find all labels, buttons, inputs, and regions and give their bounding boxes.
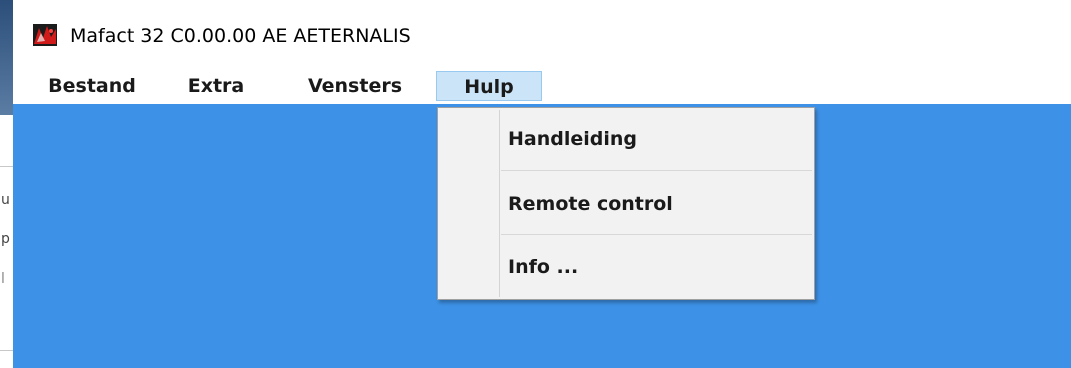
background-text-fragment: l (1, 271, 5, 287)
help-dropdown-menu: Handleiding Remote control Info ... (437, 107, 815, 300)
app-window: Mafact 32 C0.00.00 AE AETERNALIS Bestand… (13, 0, 1071, 368)
menu-extra[interactable]: Extra (179, 71, 253, 101)
background-divider (0, 166, 13, 167)
menu-bar: Bestand Extra Vensters Hulp (13, 68, 1071, 104)
background-window-titlebar (0, 0, 13, 115)
menu-item-info[interactable]: Info ... (508, 247, 578, 287)
background-text-fragment: u (1, 192, 10, 208)
background-text-fragment: p (1, 231, 10, 247)
menu-separator (501, 170, 812, 171)
menu-bestand[interactable]: Bestand (37, 71, 147, 101)
menu-icon-gutter (499, 110, 500, 297)
menu-vensters[interactable]: Vensters (295, 71, 415, 101)
menu-item-remote-control[interactable]: Remote control (508, 184, 673, 224)
menu-separator (501, 234, 812, 235)
menu-hulp[interactable]: Hulp (436, 71, 542, 101)
background-window-edge: u p l (0, 0, 14, 368)
window-title: Mafact 32 C0.00.00 AE AETERNALIS (70, 25, 411, 47)
title-bar[interactable]: Mafact 32 C0.00.00 AE AETERNALIS (13, 0, 1071, 68)
background-divider (0, 350, 13, 351)
menu-item-handleiding[interactable]: Handleiding (508, 119, 637, 159)
mafact-app-icon (33, 24, 57, 46)
